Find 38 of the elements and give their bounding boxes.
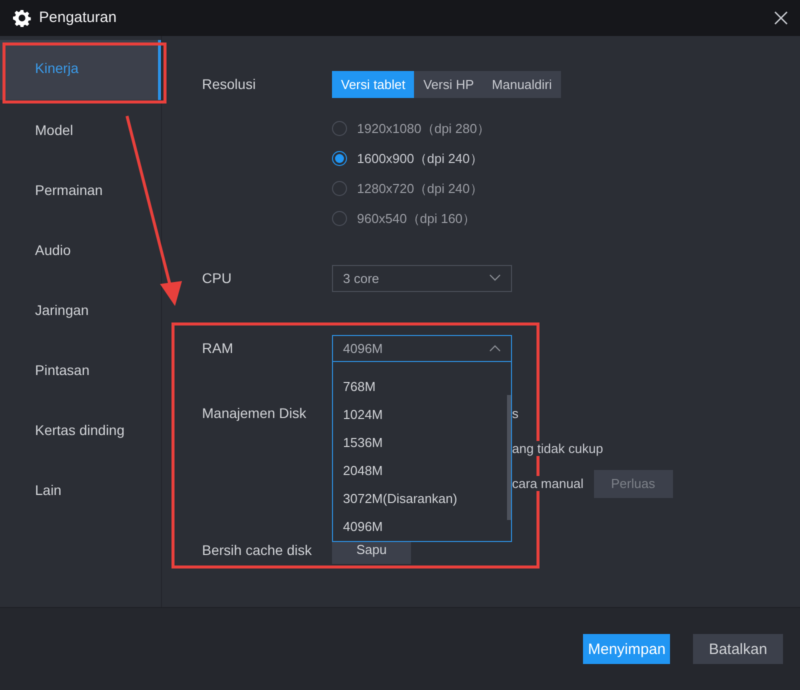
disk-option-text: ang tidak cukup	[512, 441, 604, 456]
radio-label: 1280x720（dpi 240）	[357, 180, 483, 198]
radio-button[interactable]	[332, 151, 347, 166]
radio-label: 960x540（dpi 160）	[357, 210, 476, 228]
caret-icon	[489, 274, 501, 282]
dropdown-field[interactable]: 4096M	[332, 334, 512, 362]
radio-label: 1920x1080（dpi 280）	[357, 120, 490, 138]
sidebar-item[interactable]: Audio	[0, 220, 161, 280]
setting-label: CPU	[202, 270, 233, 286]
dropdown-option[interactable]: 1536M	[333, 428, 511, 457]
setting-label: RAM	[202, 340, 234, 356]
window-title: Pengaturan	[39, 9, 117, 26]
radio-button[interactable]	[332, 121, 347, 136]
sidebar-item[interactable]: Kertas dinding	[0, 400, 161, 460]
dropdown-option[interactable]: 768M	[333, 372, 511, 401]
radio-label: 1600x900（dpi 240）	[357, 150, 483, 168]
caret-icon	[489, 344, 501, 352]
dropdown-field[interactable]: 3 core	[332, 264, 512, 292]
sidebar-item[interactable]: Model	[0, 100, 161, 160]
sidebar-item[interactable]: Jaringan	[0, 280, 161, 340]
sidebar-item[interactable]: Pintasan	[0, 340, 161, 400]
dropdown-option[interactable]: 3072M(Disarankan)	[333, 484, 511, 513]
sidebar-item[interactable]: Permainan	[0, 160, 161, 220]
radio-button[interactable]	[332, 211, 347, 226]
setting-label: Manajemen Disk	[202, 404, 308, 421]
sidebar-item[interactable]: Lain	[0, 460, 161, 520]
scrollbar-thumb[interactable]	[507, 394, 511, 520]
cancel-button[interactable]: Batalkan	[693, 634, 783, 664]
close-button[interactable]	[774, 10, 788, 25]
radio-button[interactable]	[332, 181, 347, 196]
dropdown-option[interactable]: 2048M	[333, 456, 511, 485]
resolution-tab[interactable]: Versi HP	[414, 70, 483, 98]
dropdown-option[interactable]: 1024M	[333, 400, 511, 429]
disk-option-text: cara manual	[512, 476, 584, 492]
resolution-tab[interactable]: Manualdiri	[482, 70, 561, 98]
setting-label: Resolusi	[202, 76, 257, 92]
setting-label: Bersih cache disk	[202, 542, 313, 558]
settings-icon	[13, 8, 31, 27]
